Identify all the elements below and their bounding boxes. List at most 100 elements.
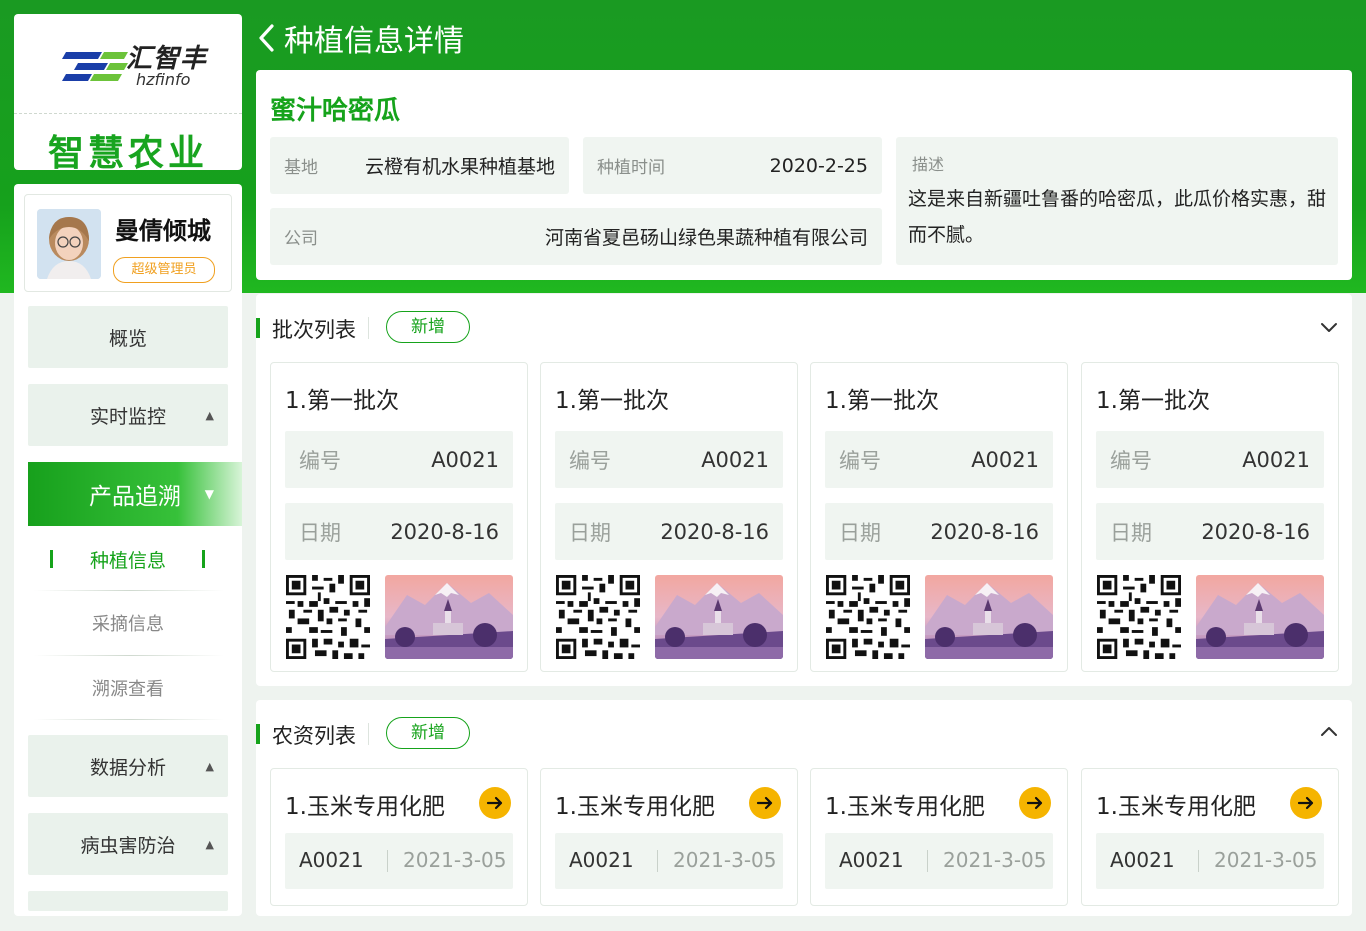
user-card[interactable]: 曼倩倾城 超级管理员 xyxy=(24,194,232,292)
nav-item-overview[interactable]: 概览 xyxy=(28,306,228,368)
material-date: 2021-3-05 xyxy=(1214,848,1318,872)
company-label: 公司 xyxy=(284,229,318,249)
nav-item-label: 数据分析 xyxy=(89,756,166,779)
arrow-right-icon[interactable] xyxy=(1290,787,1322,819)
batch-card[interactable]: 1.第一批次 编号 A0021 日期 2020-8-16 xyxy=(810,362,1068,672)
material-list-section: 农资列表 新增 1.玉米专用化肥 A0021 2021-3-05 1.玉米专用化… xyxy=(256,700,1352,916)
nav-item-label: 概览 xyxy=(108,327,147,350)
code-label: 编号 xyxy=(299,448,341,473)
planting-time-field: 种植时间 2020-2-25 xyxy=(583,137,882,194)
batch-code-row: 编号 A0021 xyxy=(1096,431,1324,488)
brand-subtitle: hzfinfo xyxy=(136,70,191,89)
date-value: 2020-8-16 xyxy=(660,519,769,544)
material-info-row: A0021 2021-3-05 xyxy=(1096,833,1324,889)
material-info-row: A0021 2021-3-05 xyxy=(825,833,1053,889)
material-card[interactable]: 1.玉米专用化肥 A0021 2021-3-05 xyxy=(810,768,1068,906)
section-marker xyxy=(256,318,260,338)
logo-divider xyxy=(14,113,242,114)
section-marker xyxy=(256,724,260,744)
add-batch-button[interactable]: 新增 xyxy=(386,311,470,343)
nav-item-analysis[interactable]: 数据分析 ▲ xyxy=(28,735,228,797)
product-photo[interactable] xyxy=(385,575,513,659)
product-photo[interactable] xyxy=(1196,575,1324,659)
description-text: 这是来自新疆吐鲁番的哈密瓜，此瓜价格实惠，甜而不腻。 xyxy=(908,188,1327,246)
nav-subitem-label: 种植信息 xyxy=(89,549,166,572)
date-value: 2020-8-16 xyxy=(1201,519,1310,544)
batch-card[interactable]: 1.第一批次 编号 A0021 日期 2020-8-16 xyxy=(270,362,528,672)
product-info-card: 蜜汁哈密瓜 基地 云橙有机水果种植基地 种植时间 2020-2-25 公司 河南… xyxy=(256,70,1352,280)
material-name: 1.玉米专用化肥 xyxy=(285,794,445,820)
divider xyxy=(927,850,928,872)
back-arrow-icon[interactable] xyxy=(256,23,278,53)
arrow-right-icon[interactable] xyxy=(1019,787,1051,819)
material-info-row: A0021 2021-3-05 xyxy=(285,833,513,889)
material-name: 1.玉米专用化肥 xyxy=(825,794,985,820)
page-header: 种植信息详情 xyxy=(256,16,464,60)
nav-subitem-label: 溯源查看 xyxy=(92,679,164,700)
qr-code-icon[interactable] xyxy=(285,575,371,659)
batch-card[interactable]: 1.第一批次 编号 A0021 日期 2020-8-16 xyxy=(1081,362,1339,672)
code-value: A0021 xyxy=(971,447,1039,472)
code-label: 编号 xyxy=(839,448,881,473)
batch-code-row: 编号 A0021 xyxy=(825,431,1053,488)
qr-code-icon[interactable] xyxy=(555,575,641,659)
product-name: 蜜汁哈密瓜 xyxy=(270,96,401,126)
nav-item-monitor[interactable]: 实时监控 ▲ xyxy=(28,384,228,446)
nav-item-trace[interactable]: 产品追溯 ▼ xyxy=(28,462,242,526)
nav-item-pest[interactable]: 病虫害防治 ▲ xyxy=(28,813,228,875)
planting-time-value: 2020-2-25 xyxy=(769,154,868,177)
nav-item-partial[interactable] xyxy=(28,891,228,911)
qr-code-icon[interactable] xyxy=(825,575,911,659)
date-value: 2020-8-16 xyxy=(930,519,1039,544)
chevron-up-icon[interactable] xyxy=(1320,722,1338,740)
batch-list-section: 批次列表 新增 1.第一批次 编号 A0021 日期 2020-8-16 1.第… xyxy=(256,294,1352,686)
product-photo[interactable] xyxy=(655,575,783,659)
caret-down-icon: ▼ xyxy=(204,487,214,501)
date-label: 日期 xyxy=(1110,520,1152,545)
divider xyxy=(34,719,224,720)
nav-subitem-trace-view[interactable]: 溯源查看 xyxy=(28,656,228,720)
date-label: 日期 xyxy=(299,520,341,545)
material-name: 1.玉米专用化肥 xyxy=(1096,794,1256,820)
qr-code-icon[interactable] xyxy=(1096,575,1182,659)
material-card[interactable]: 1.玉米专用化肥 A0021 2021-3-05 xyxy=(1081,768,1339,906)
base-field: 基地 云橙有机水果种植基地 xyxy=(270,137,569,194)
caret-up-icon: ▲ xyxy=(205,408,214,422)
arrow-right-icon[interactable] xyxy=(749,787,781,819)
batch-name: 1.第一批次 xyxy=(285,388,399,414)
section-title: 农资列表 xyxy=(272,724,356,748)
nav-subitem-label: 采摘信息 xyxy=(92,614,164,635)
batch-code-row: 编号 A0021 xyxy=(555,431,783,488)
material-code: A0021 xyxy=(569,848,634,872)
nav-item-label: 产品追溯 xyxy=(89,484,181,510)
code-value: A0021 xyxy=(431,447,499,472)
add-material-button[interactable]: 新增 xyxy=(386,717,470,749)
user-name: 曼倩倾城 xyxy=(115,217,211,245)
batch-date-row: 日期 2020-8-16 xyxy=(555,503,783,560)
arrow-right-icon[interactable] xyxy=(479,787,511,819)
material-code: A0021 xyxy=(1110,848,1175,872)
material-date: 2021-3-05 xyxy=(403,848,507,872)
logo-card: 汇智丰 hzfinfo 智慧农业 xyxy=(14,14,242,174)
base-label: 基地 xyxy=(284,158,318,178)
nav-subitem-planting[interactable]: 种植信息 xyxy=(28,527,228,591)
batch-name: 1.第一批次 xyxy=(1096,388,1210,414)
product-photo[interactable] xyxy=(925,575,1053,659)
material-code: A0021 xyxy=(299,848,364,872)
material-card[interactable]: 1.玉米专用化肥 A0021 2021-3-05 xyxy=(540,768,798,906)
nav-item-label: 实时监控 xyxy=(89,405,166,428)
planting-time-label: 种植时间 xyxy=(597,158,665,178)
nav-subitem-picking[interactable]: 采摘信息 xyxy=(28,591,228,655)
batch-name: 1.第一批次 xyxy=(825,388,939,414)
material-code: A0021 xyxy=(839,848,904,872)
description-label: 描述 xyxy=(912,155,945,174)
material-card[interactable]: 1.玉米专用化肥 A0021 2021-3-05 xyxy=(270,768,528,906)
app-title: 智慧农业 xyxy=(47,133,208,174)
material-info-row: A0021 2021-3-05 xyxy=(555,833,783,889)
batch-card[interactable]: 1.第一批次 编号 A0021 日期 2020-8-16 xyxy=(540,362,798,672)
code-label: 编号 xyxy=(569,448,611,473)
page-title: 种植信息详情 xyxy=(284,24,464,59)
caret-up-icon: ▲ xyxy=(205,837,214,851)
description-field: 描述 这是来自新疆吐鲁番的哈密瓜，此瓜价格实惠，甜而不腻。 xyxy=(896,137,1338,265)
chevron-down-icon[interactable] xyxy=(1320,319,1338,337)
